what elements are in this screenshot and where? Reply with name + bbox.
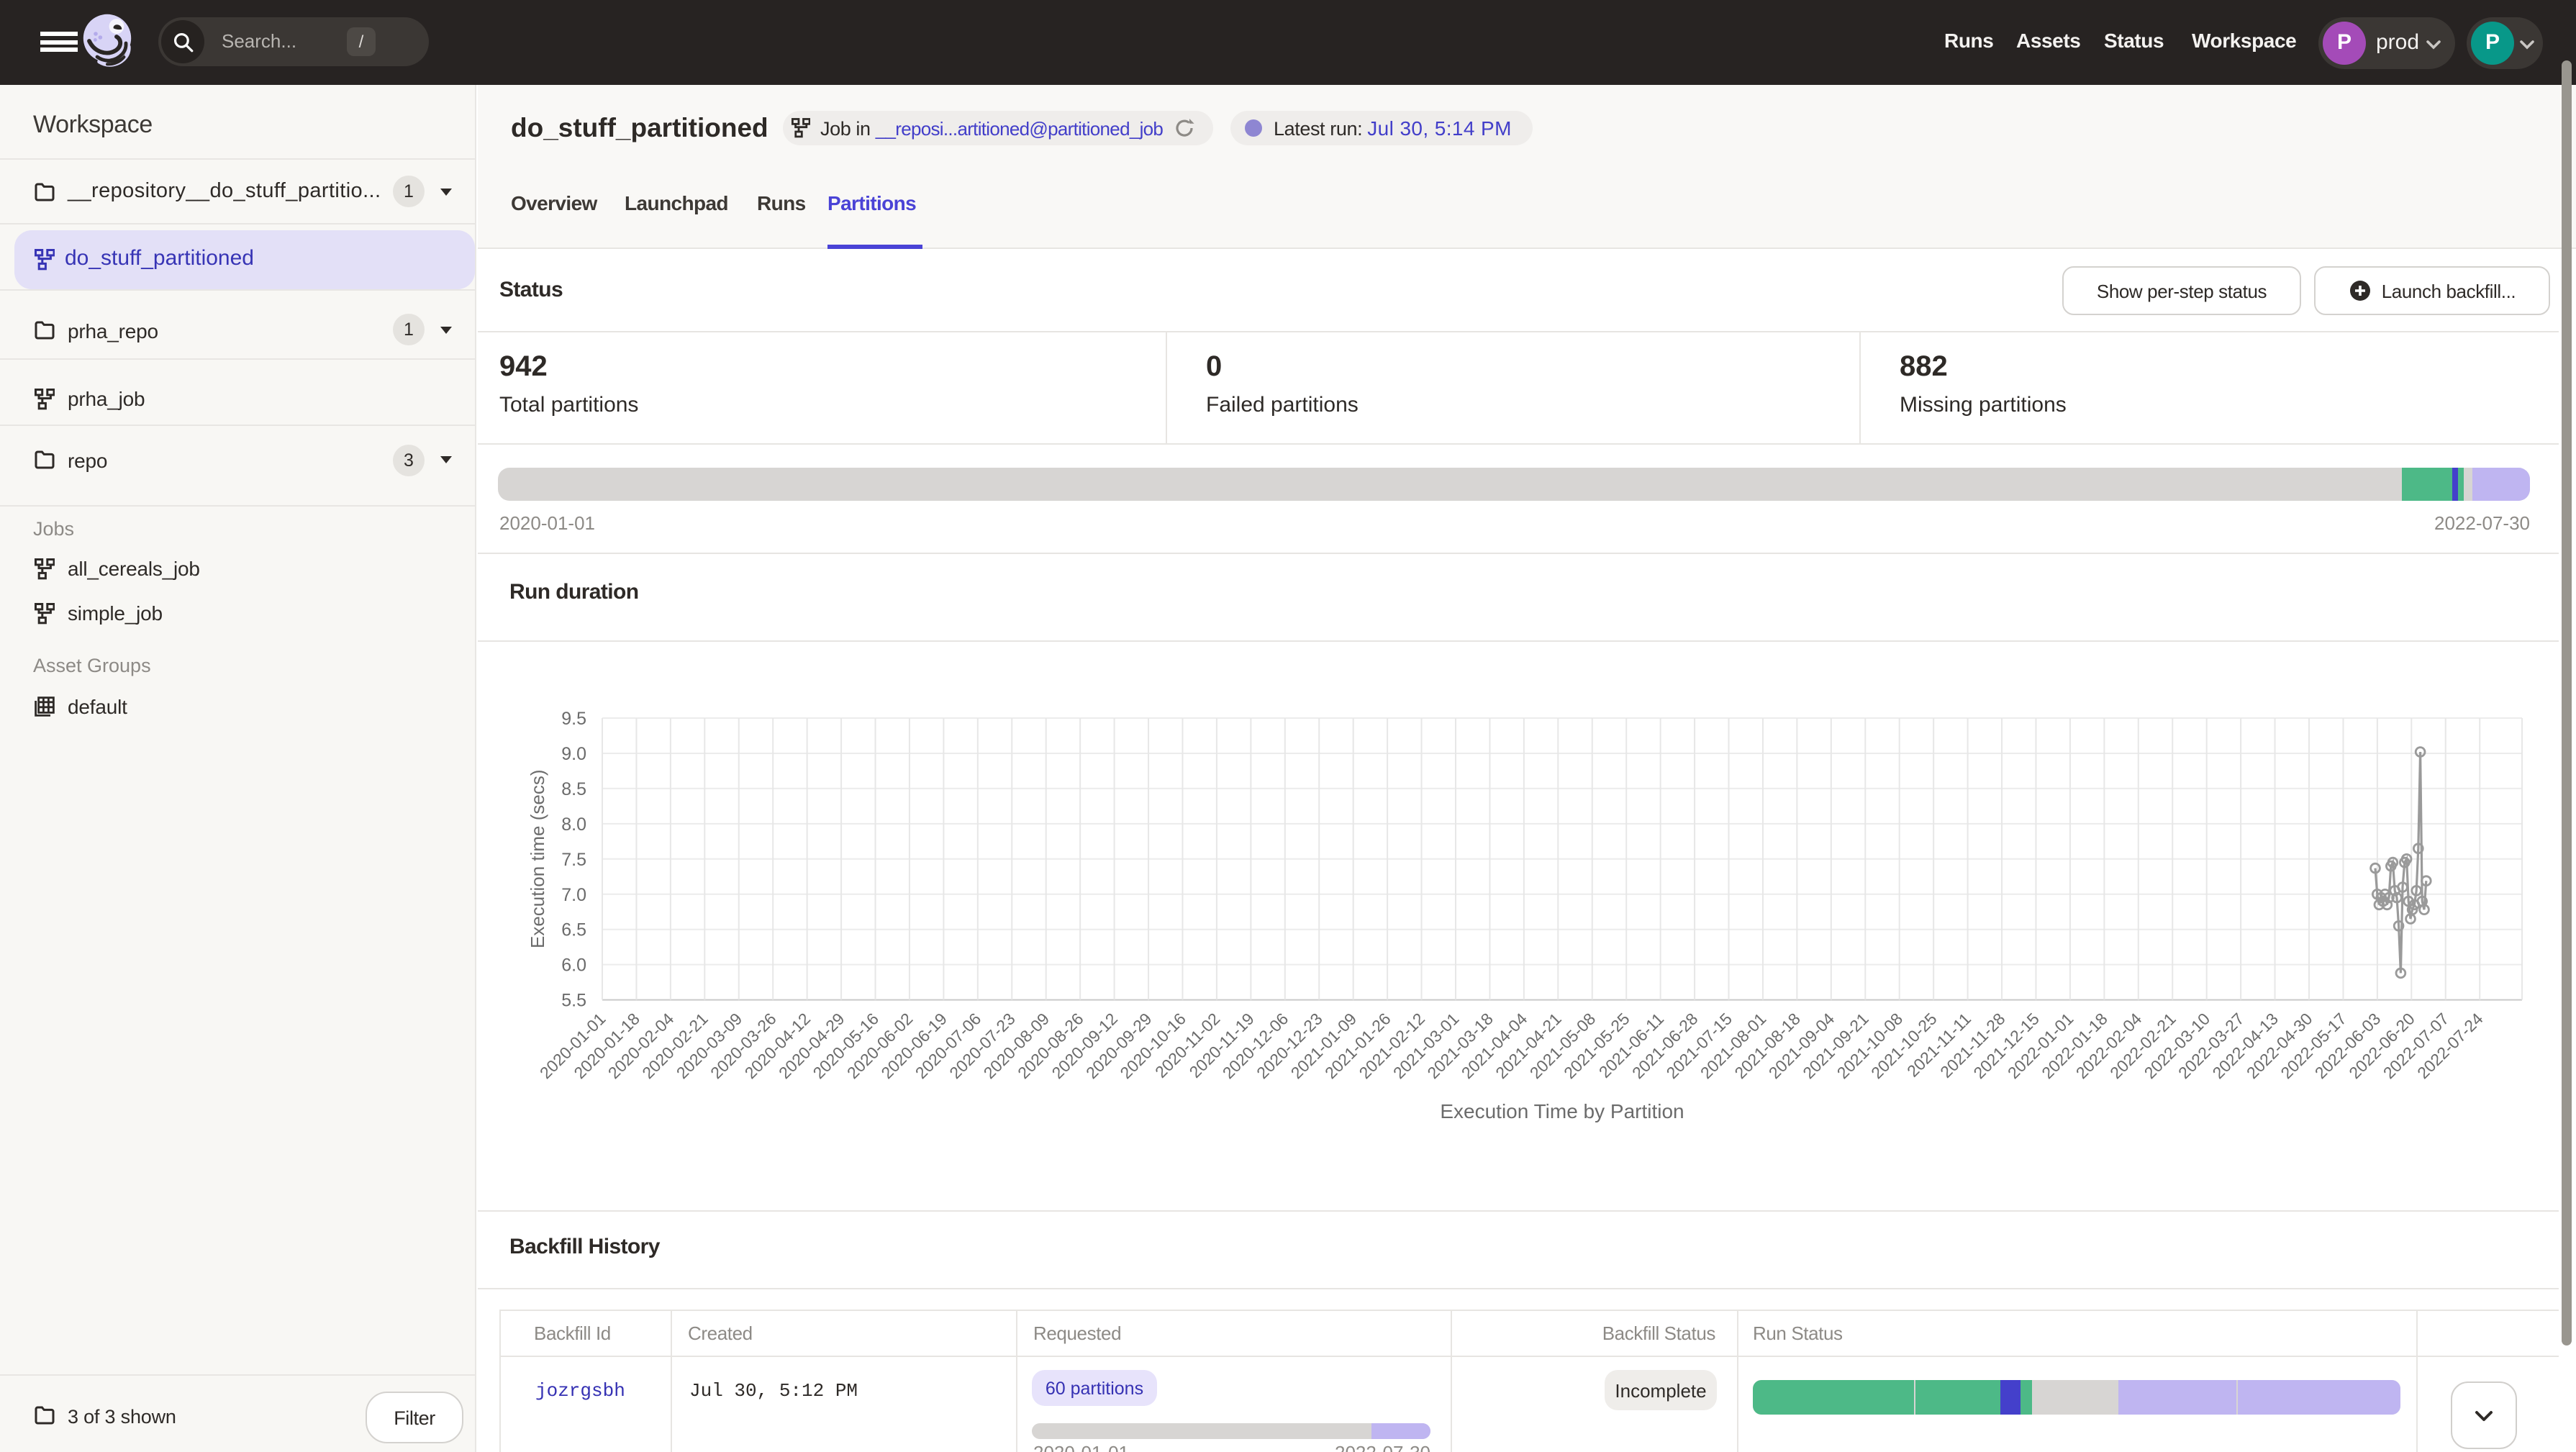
svg-text:8.0: 8.0: [561, 815, 586, 835]
svg-text:6.0: 6.0: [561, 956, 586, 976]
svg-text:5.5: 5.5: [561, 991, 586, 1011]
svg-text:7.0: 7.0: [561, 885, 586, 905]
svg-text:7.5: 7.5: [561, 850, 586, 870]
svg-text:8.5: 8.5: [561, 779, 586, 799]
svg-text:6.5: 6.5: [561, 920, 586, 940]
svg-text:9.0: 9.0: [561, 744, 586, 764]
svg-text:9.5: 9.5: [561, 709, 586, 729]
svg-text:Execution time (secs): Execution time (secs): [527, 769, 548, 948]
svg-text:Execution Time by Partition: Execution Time by Partition: [1440, 1100, 1684, 1122]
